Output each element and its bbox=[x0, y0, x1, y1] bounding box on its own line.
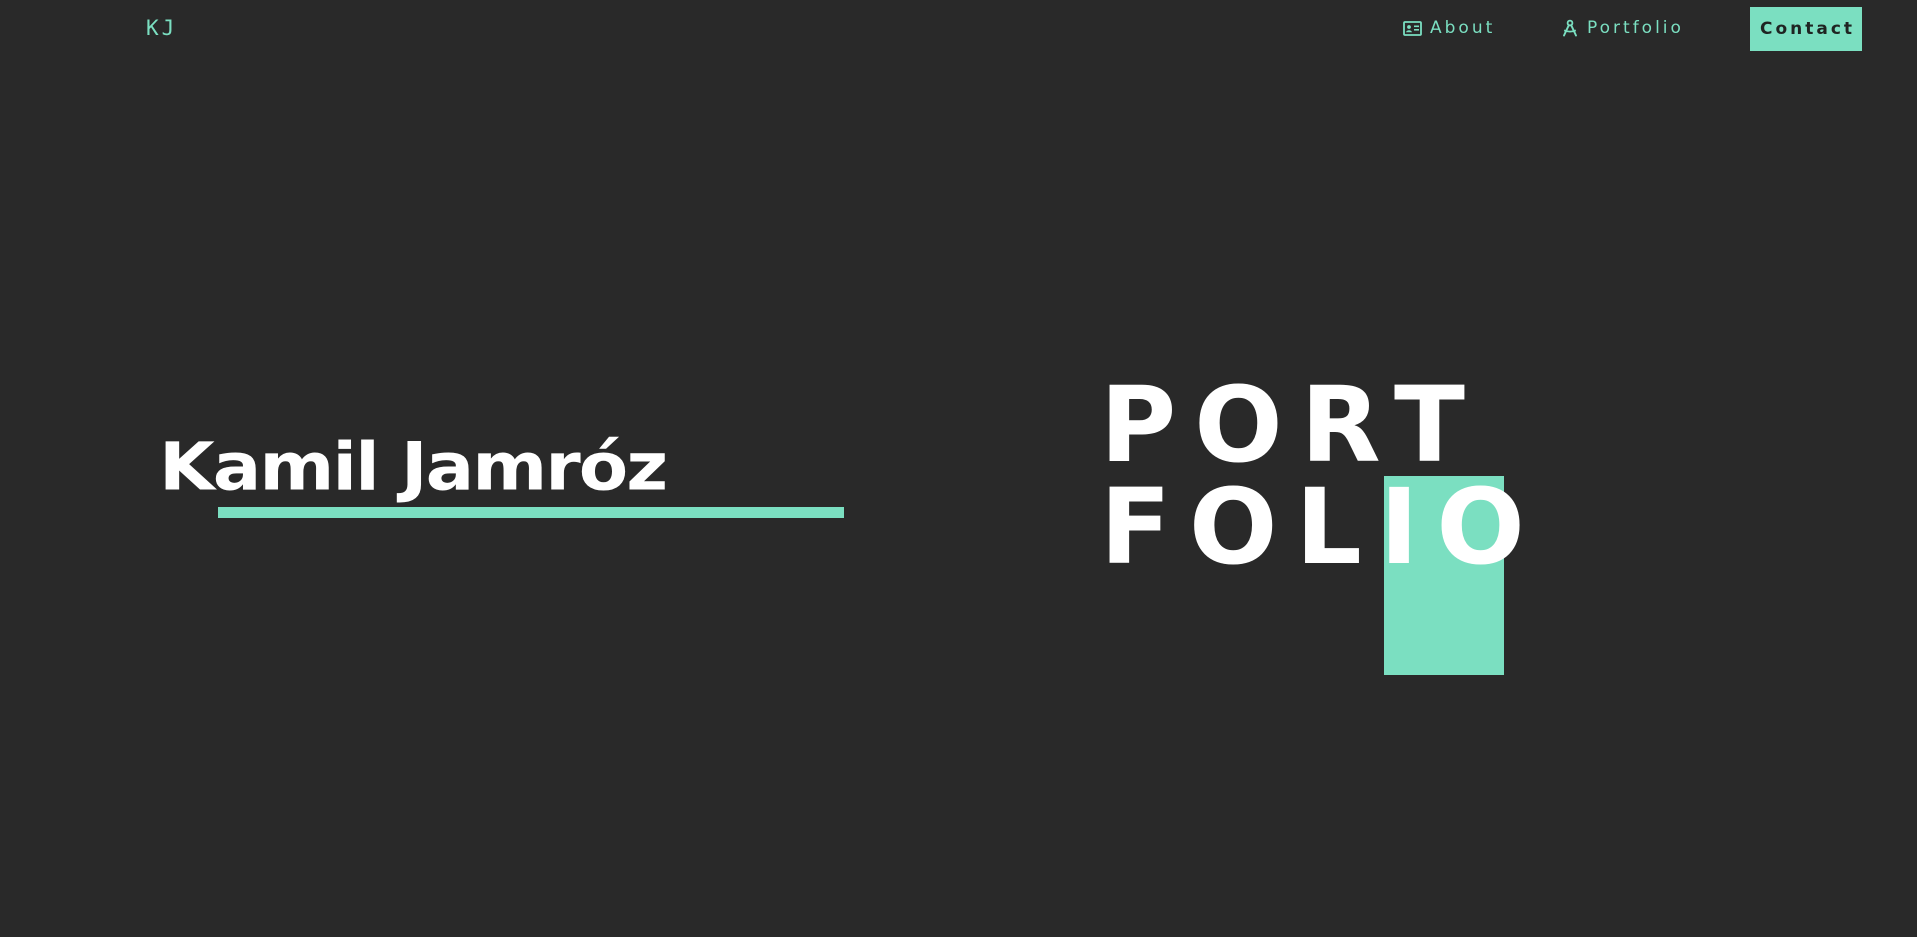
page: KJ About Portfolio Contact Kamil Jamróz bbox=[0, 0, 1917, 937]
contact-button[interactable]: Contact bbox=[1750, 7, 1862, 51]
nav-about-link[interactable]: About bbox=[1403, 18, 1495, 38]
logo-link[interactable]: KJ bbox=[146, 16, 177, 40]
nav-portfolio-link[interactable]: Portfolio bbox=[1561, 18, 1684, 38]
nav-portfolio-label: Portfolio bbox=[1587, 18, 1684, 38]
compass-icon bbox=[1561, 19, 1579, 37]
id-card-icon bbox=[1403, 20, 1422, 36]
portfolio-title: PORT FOLIO bbox=[1100, 364, 1543, 588]
portfolio-title-line1: PORT bbox=[1100, 364, 1483, 486]
hero-name: Kamil Jamróz bbox=[159, 428, 668, 506]
name-underline bbox=[218, 507, 844, 518]
nav-about-label: About bbox=[1430, 18, 1496, 38]
portfolio-title-line2: FOLIO bbox=[1100, 466, 1543, 588]
